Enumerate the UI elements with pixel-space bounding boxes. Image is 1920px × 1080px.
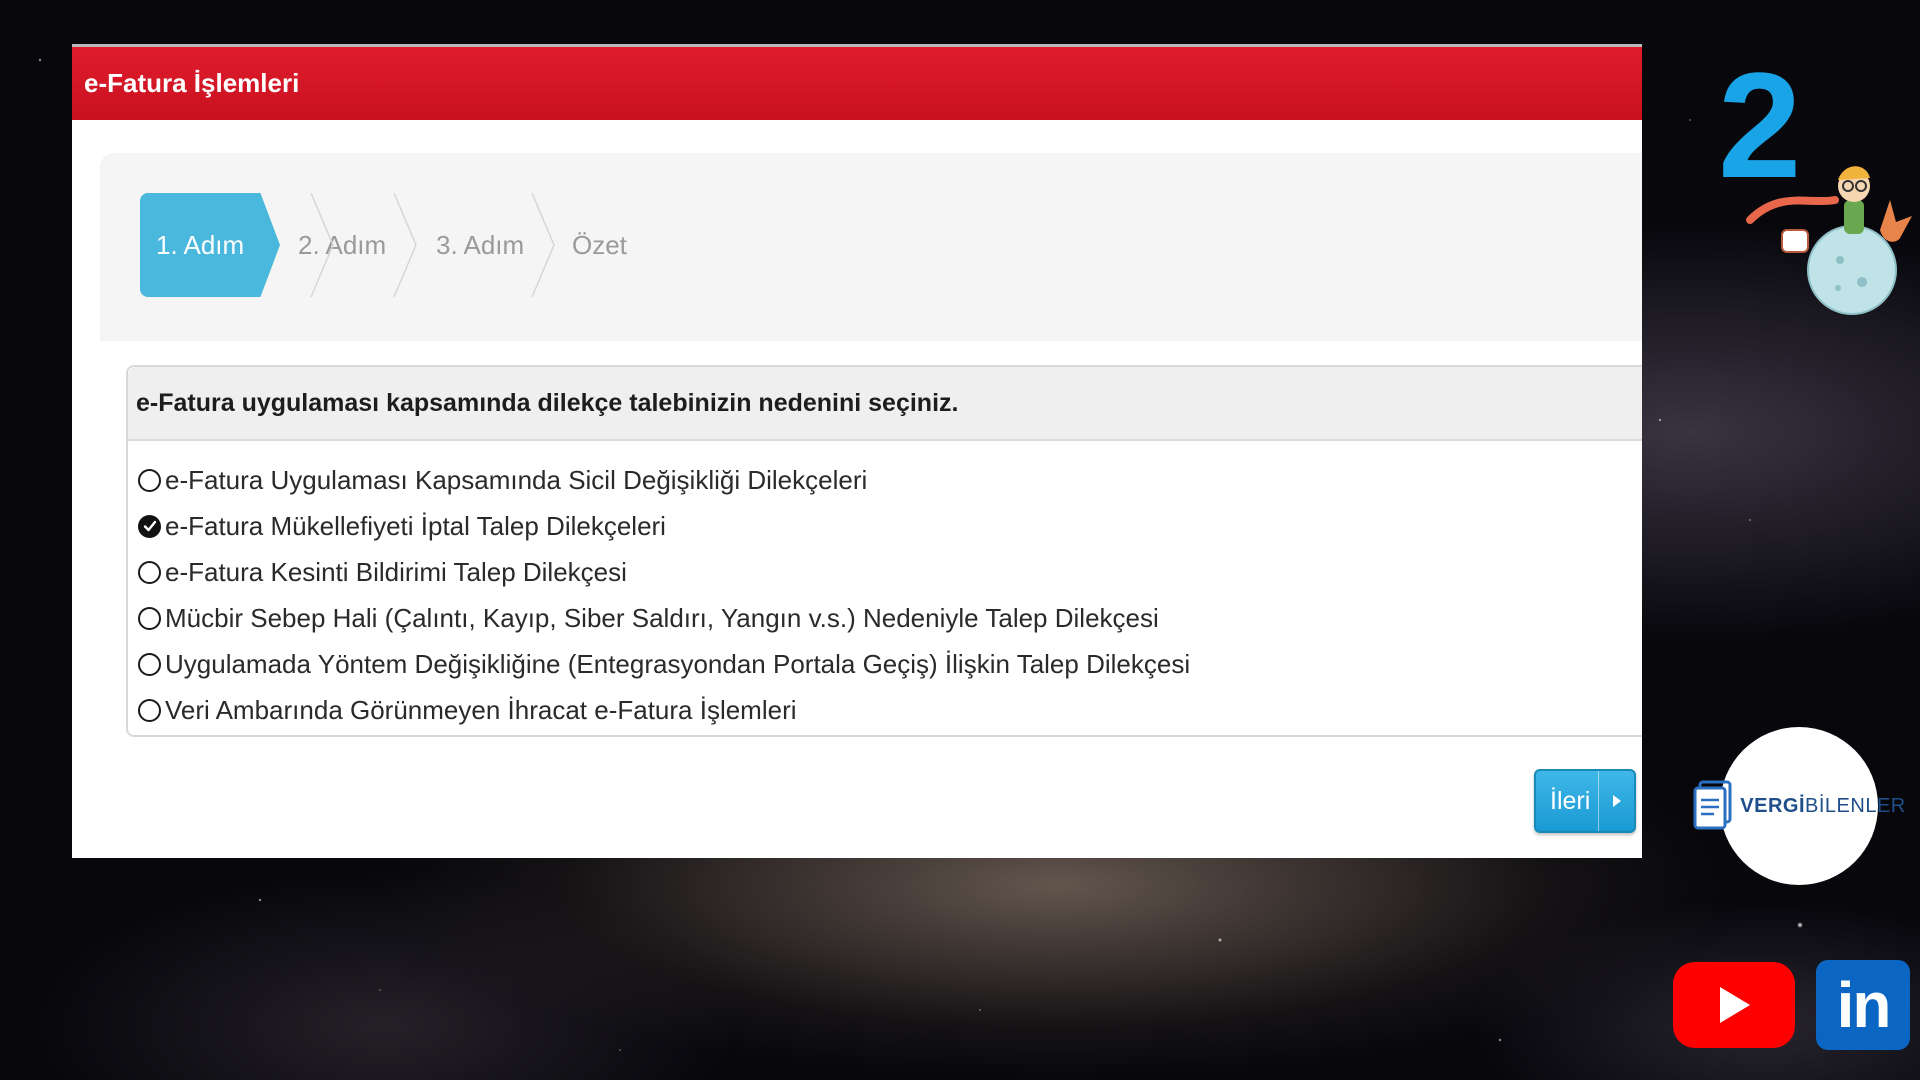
youtube-icon[interactable] [1673, 962, 1795, 1048]
wizard-step-label: 1. Adım [156, 229, 245, 260]
brand-name: VERGİBİLENLER [1740, 794, 1906, 817]
option-label: Mücbir Sebep Hali (Çalıntı, Kayıp, Siber… [165, 602, 1159, 633]
wizard-step-label: 3. Adım [436, 229, 525, 260]
reason-option-6[interactable]: Veri Ambarında Görünmeyen İhracat e-Fatu… [138, 687, 1642, 733]
option-label: Uygulamada Yöntem Değişikliğine (Entegra… [165, 648, 1191, 679]
radio-checked-icon[interactable] [138, 514, 161, 538]
wizard-step-label: Özet [572, 229, 627, 260]
radio-unchecked-icon[interactable] [138, 698, 161, 722]
radio-unchecked-icon[interactable] [138, 606, 161, 630]
efatura-window: e-Fatura İşlemleri 1. Adım 2. Adım 3. Ad… [72, 44, 1642, 858]
step-separator-icon [393, 193, 417, 297]
reason-option-4[interactable]: Mücbir Sebep Hali (Çalıntı, Kayıp, Siber… [138, 595, 1642, 641]
reason-panel: e-Fatura uygulaması kapsamında dilekçe t… [126, 365, 1642, 737]
reason-options: e-Fatura Uygulaması Kapsamında Sicil Değ… [128, 441, 1642, 733]
wizard-step-summary[interactable]: Özet [556, 193, 676, 297]
reason-option-5[interactable]: Uygulamada Yöntem Değişikliğine (Entegra… [138, 641, 1642, 687]
option-label: e-Fatura Kesinti Bildirimi Talep Dilekçe… [165, 556, 627, 587]
little-prince-illustration [1746, 166, 1912, 315]
document-icon [1693, 780, 1732, 830]
wizard-step-3[interactable]: 3. Adım [418, 193, 556, 297]
reason-option-3[interactable]: e-Fatura Kesinti Bildirimi Talep Dilekçe… [138, 549, 1642, 595]
next-button-label: İleri [1550, 786, 1591, 815]
question-prompt: e-Fatura uygulaması kapsamında dilekçe t… [128, 367, 1642, 441]
step-separator-icon [531, 193, 555, 297]
wizard-step-1[interactable]: 1. Adım [140, 193, 280, 297]
step-separator-icon [310, 193, 334, 297]
radio-unchecked-icon[interactable] [138, 652, 161, 676]
option-label: e-Fatura Uygulaması Kapsamında Sicil Değ… [165, 464, 868, 495]
wizard-step-2[interactable]: 2. Adım [280, 193, 418, 297]
radio-unchecked-icon[interactable] [138, 468, 161, 492]
reason-option-2[interactable]: e-Fatura Mükellefiyeti İptal Talep Dilek… [138, 503, 1642, 549]
option-label: Veri Ambarında Görünmeyen İhracat e-Fatu… [165, 694, 797, 725]
linkedin-icon[interactable]: in [1816, 960, 1910, 1050]
chevron-right-icon [1598, 771, 1634, 831]
window-title: e-Fatura İşlemleri [84, 68, 300, 98]
radio-unchecked-icon[interactable] [138, 560, 161, 584]
vergibilenler-logo[interactable]: VERGİBİLENLER [1693, 727, 1905, 885]
title-bar: e-Fatura İşlemleri [72, 47, 1642, 120]
option-label: e-Fatura Mükellefiyeti İptal Talep Dilek… [165, 510, 666, 541]
next-button[interactable]: İleri [1534, 769, 1636, 833]
reason-option-1[interactable]: e-Fatura Uygulaması Kapsamında Sicil Değ… [138, 457, 1642, 503]
wizard-steps: 1. Adım 2. Adım 3. Adım Özet [100, 153, 1642, 341]
